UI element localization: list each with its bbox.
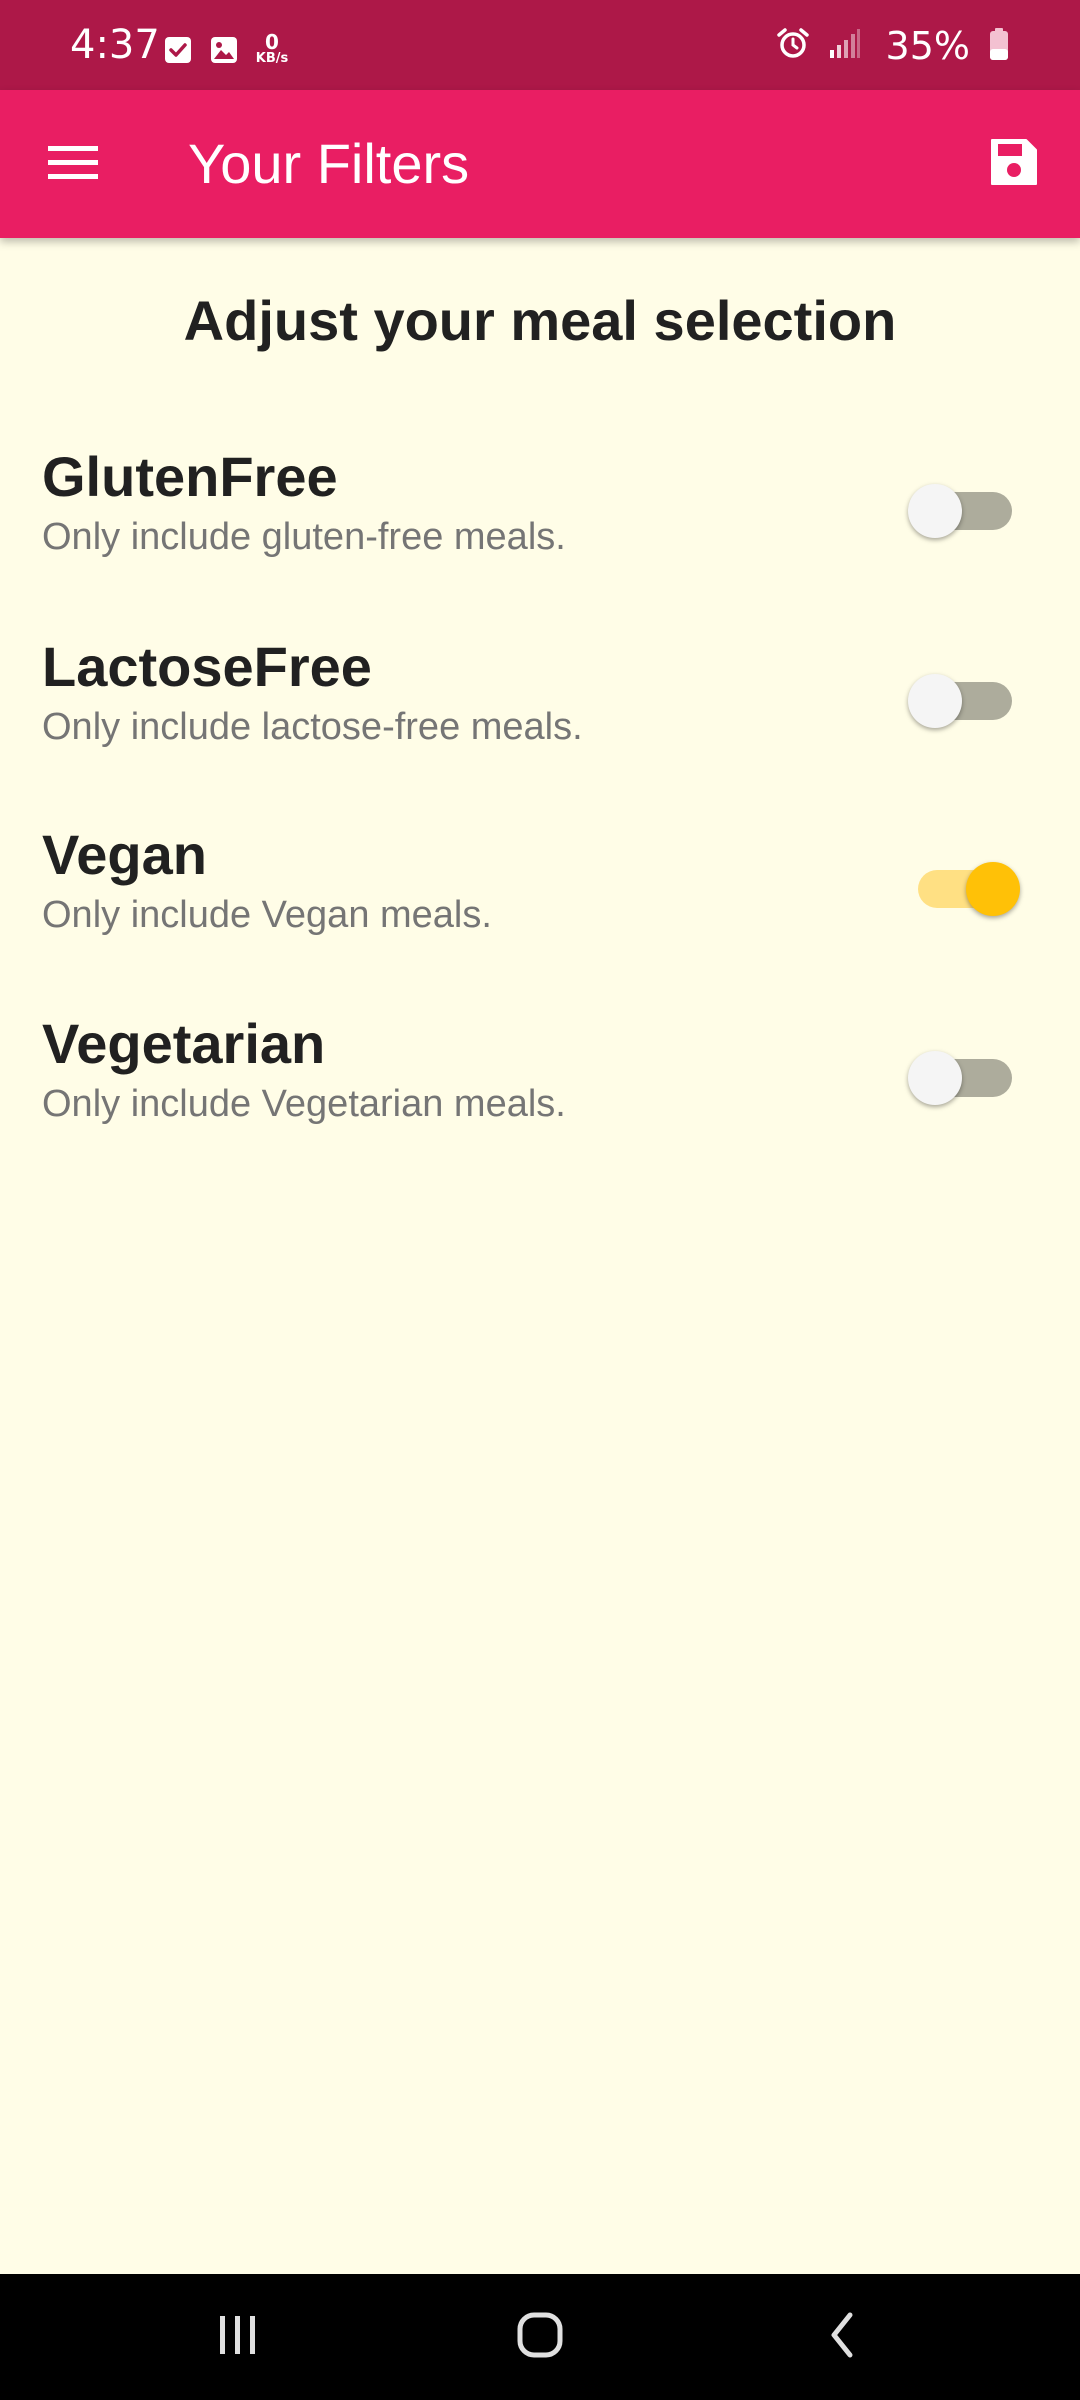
save-icon [988,136,1040,193]
filter-subtitle: Only include gluten-free meals. [42,516,566,558]
filter-subtitle: Only include Vegan meals. [42,894,492,936]
app-bar: Your Filters [0,90,1080,238]
filter-title: GlutenFree [42,445,338,508]
network-speed-unit: KB/s [255,51,289,66]
page-heading: Adjust your meal selection [183,289,897,352]
switch-thumb [908,674,962,728]
switch-thumb [966,862,1020,916]
checkbox-icon [164,36,192,64]
alarm-icon [776,27,810,66]
status-right-group: 35% [776,26,1010,66]
filter-row-lactose-free: LactoseFree Only include lactose-free me… [0,632,1080,782]
filter-row-vegan: Vegan Only include Vegan meals. [0,820,1080,970]
home-icon [516,2311,564,2364]
filter-subtitle: Only include lactose-free meals. [42,706,583,748]
save-button[interactable] [982,132,1046,196]
recents-button[interactable] [198,2302,278,2372]
battery-icon [988,27,1010,66]
filter-row-gluten-free: GlutenFree Only include gluten-free meal… [0,442,1080,592]
vegan-switch[interactable] [908,852,1020,916]
app-title: Your Filters [188,132,470,195]
back-icon [824,2311,860,2364]
network-speed: 0 KB/s [252,32,292,66]
lactose-free-switch[interactable] [908,664,1012,728]
recents-icon [216,2313,260,2362]
status-time: 4:37 [70,22,160,68]
switch-thumb [908,1051,962,1105]
home-button[interactable] [500,2302,580,2372]
filter-row-vegetarian: Vegetarian Only include Vegetarian meals… [0,1009,1080,1159]
status-bar: 4:37 0 KB/s 35% [0,0,1080,90]
image-icon [210,36,238,64]
back-button[interactable] [802,2302,882,2372]
battery-percent: 35% [885,24,970,68]
filter-title: Vegan [42,823,207,886]
signal-icon [828,28,862,65]
switch-thumb [908,484,962,538]
navigation-bar [0,2274,1080,2400]
network-speed-value: 0 [265,30,279,54]
filter-title: Vegetarian [42,1012,326,1075]
filter-title: LactoseFree [42,635,372,698]
vegetarian-switch[interactable] [908,1041,1012,1105]
menu-icon [48,144,98,185]
filter-subtitle: Only include Vegetarian meals. [42,1083,566,1125]
menu-button[interactable] [38,134,108,194]
gluten-free-switch[interactable] [908,474,1012,538]
